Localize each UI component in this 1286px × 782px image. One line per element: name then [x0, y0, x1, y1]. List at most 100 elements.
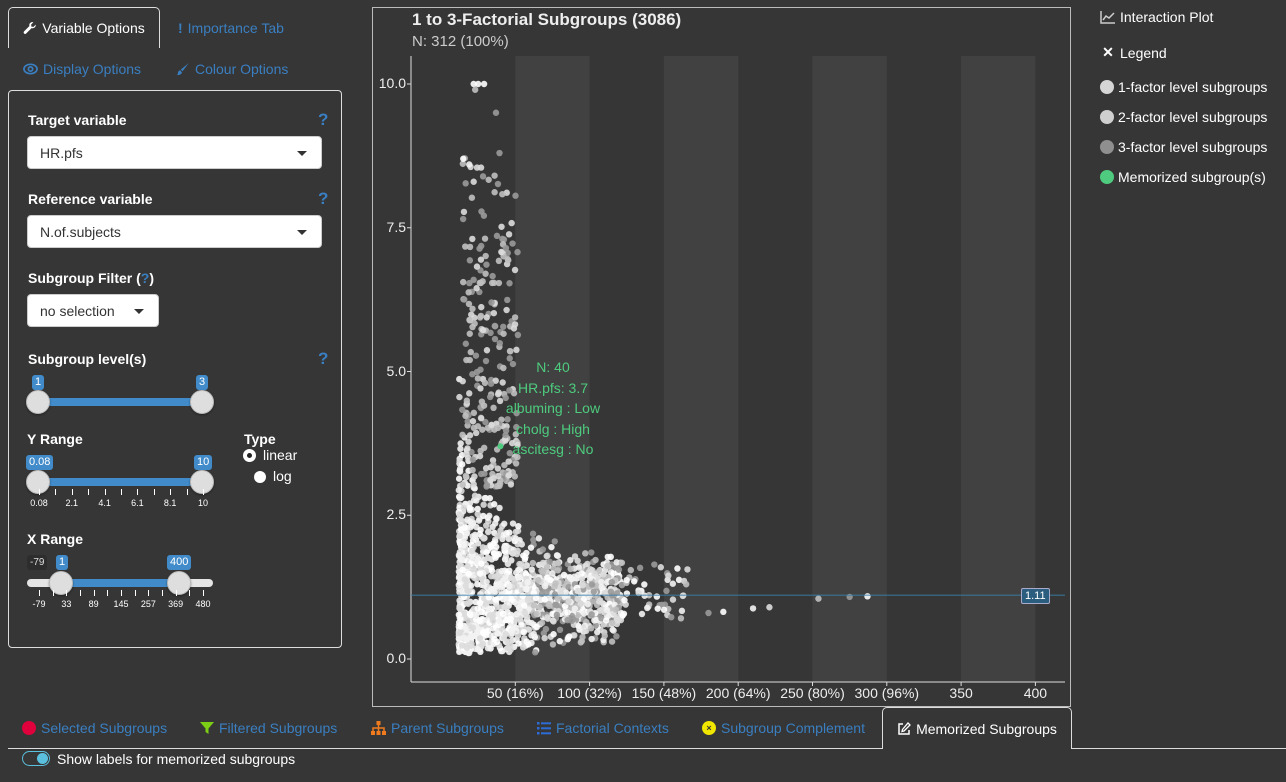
interaction-plot-button[interactable]: Interaction Plot — [1100, 9, 1213, 25]
y-tick-label: 0.0 — [386, 650, 406, 666]
scatter-point — [594, 629, 601, 636]
tab-memorized-subgroups[interactable]: Memorized Subgroups — [882, 707, 1072, 749]
tabs-divider — [1072, 748, 1286, 749]
scatter-point — [550, 631, 557, 638]
x-tick-label: 200 (64%) — [705, 685, 771, 701]
slider-tick — [170, 489, 172, 495]
scatter-point — [556, 626, 564, 634]
target-variable-select[interactable]: HR.pfs — [27, 136, 322, 169]
tooltip-line: N: 40 — [536, 359, 570, 375]
scatter-point — [608, 619, 616, 627]
scatter-point — [506, 582, 513, 590]
reference-variable-help-icon[interactable]: ? — [318, 189, 328, 209]
tab-importance[interactable]: ! Importance Tab — [178, 20, 284, 36]
scatter-point — [591, 570, 598, 577]
scatter-point — [588, 611, 595, 618]
tab-filtered-subgroups[interactable]: Filtered Subgroups — [200, 720, 337, 736]
scatter-point — [529, 530, 537, 537]
slider-tick — [162, 590, 163, 596]
legend-toggle-button[interactable]: ✕ Legend — [1100, 44, 1167, 61]
scatter-point — [489, 272, 496, 280]
show-labels-toggle[interactable] — [22, 751, 50, 766]
scatter-plot[interactable] — [372, 7, 1071, 707]
scatter-point — [516, 605, 523, 612]
scatter-point — [542, 625, 550, 633]
slider-tick — [121, 590, 122, 596]
legend-dot-icon — [1100, 140, 1114, 154]
x-tick-label: 350 — [949, 685, 973, 701]
x-tick-label: 250 (80%) — [780, 685, 845, 701]
scatter-point — [469, 466, 476, 474]
scatter-point — [506, 347, 514, 355]
scatter-point — [456, 621, 464, 628]
scatter-point — [478, 242, 485, 250]
scatter-point — [601, 632, 608, 639]
radio-linear[interactable] — [244, 450, 255, 461]
scatter-point — [460, 155, 467, 162]
scatter-point — [720, 608, 727, 616]
tab-variable-options[interactable]: Variable Options — [8, 7, 160, 48]
scatter-point — [478, 560, 485, 567]
scatter-point — [459, 461, 466, 468]
scatter-point — [627, 566, 635, 574]
tab-display-options[interactable]: Display Options — [23, 61, 141, 77]
subgroup-levels-handle-from[interactable] — [26, 390, 50, 414]
y-range-handle-to[interactable] — [190, 470, 214, 494]
scatter-point — [577, 600, 585, 607]
list-icon — [537, 721, 551, 734]
subgroup-filter-select[interactable]: no selection — [27, 294, 159, 327]
slider-tick-label: 33 — [61, 599, 72, 609]
memorized-subgroup-label: N: 40 HR.pfs: 3.7 albuming : Low cholg :… — [498, 357, 608, 460]
scatter-point — [523, 638, 530, 645]
x-range-fill — [61, 579, 179, 587]
scatter-point — [519, 644, 527, 651]
scatter-point — [496, 617, 503, 625]
subgroup-levels-handle-to[interactable] — [190, 390, 214, 414]
subgroup-levels-help-icon[interactable]: ? — [318, 349, 328, 369]
scatter-point — [511, 321, 519, 328]
scatter-point — [600, 571, 607, 578]
target-variable-help-icon[interactable]: ? — [318, 110, 328, 130]
scatter-point — [490, 540, 497, 547]
tab-parent-subgroups[interactable]: Parent Subgroups — [371, 720, 504, 736]
toggle-knob — [37, 753, 48, 764]
reference-variable-select[interactable]: N.of.subjects — [27, 215, 322, 248]
scatter-point — [530, 536, 537, 544]
scatter-point — [482, 357, 490, 365]
scatter-point — [493, 515, 500, 522]
scatter-point — [491, 501, 498, 508]
x-range-handle-to[interactable] — [167, 571, 191, 595]
y-tick-label: 10.0 — [378, 75, 406, 91]
scatter-point — [511, 473, 519, 480]
tab-importance-label: Importance Tab — [187, 20, 284, 36]
scatter-point — [491, 322, 499, 330]
scatter-point — [529, 559, 537, 567]
tab-colour-options[interactable]: Colour Options — [176, 61, 288, 77]
scatter-point — [638, 610, 646, 618]
tab-factorial-contexts[interactable]: Factorial Contexts — [537, 720, 669, 736]
y-range-handle-from[interactable] — [26, 470, 50, 494]
tab-memorized-subgroups-label: Memorized Subgroups — [916, 720, 1057, 737]
tooltip-line: HR.pfs: 3.7 — [517, 379, 589, 396]
tab-subgroup-complement[interactable]: × Subgroup Complement — [702, 720, 865, 736]
x-tick-label: 50 (16%) — [486, 685, 544, 701]
scatter-point — [533, 610, 540, 618]
scatter-point — [483, 314, 490, 321]
slider-tick — [134, 590, 136, 596]
scatter-point — [456, 393, 463, 401]
scatter-point — [550, 618, 557, 625]
show-labels-label: Show labels for memorized subgroups — [57, 751, 296, 767]
scatter-point — [513, 583, 520, 590]
sitemap-icon — [371, 721, 386, 735]
scatter-point — [489, 617, 497, 624]
radio-log[interactable] — [254, 471, 266, 483]
scatter-point — [500, 323, 507, 330]
tab-selected-subgroups[interactable]: Selected Subgroups — [22, 720, 167, 736]
tab-display-options-label: Display Options — [43, 61, 142, 77]
slider-tick — [175, 590, 177, 596]
scatter-point — [604, 562, 611, 570]
legend-item-memorized: Memorized subgroup(s) — [1100, 169, 1266, 185]
scatter-point — [469, 305, 476, 313]
slider-tick-label: 257 — [140, 599, 156, 609]
scatter-point — [567, 556, 574, 564]
